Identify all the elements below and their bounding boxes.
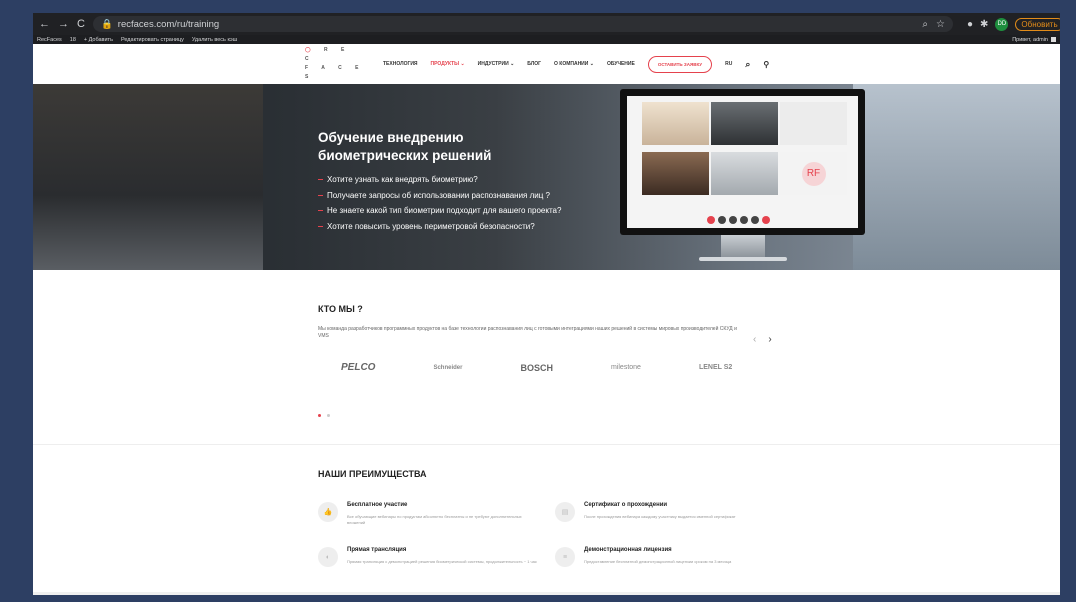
- feature-desc: Прямая трансляция с демонстрацией решени…: [347, 559, 537, 564]
- zoom-icon[interactable]: ⌕: [922, 19, 928, 30]
- hero-list-item: Хотите повысить уровень периметровой без…: [318, 219, 561, 235]
- section-text: Мы команда разработчиков программных про…: [318, 326, 737, 339]
- feature-title: Сертификат о прохождении: [584, 502, 668, 508]
- bookmark-item[interactable]: RecFaces: [37, 37, 62, 43]
- forward-button[interactable]: →: [58, 18, 69, 30]
- feature-desc: Все обучающие вебинары по продуктам абсо…: [347, 514, 522, 525]
- call-control-icon: [718, 216, 726, 224]
- call-control-icon: [751, 216, 759, 224]
- monitor-image: RF: [620, 89, 865, 235]
- participant-tile: [642, 152, 709, 195]
- feature-title: Демонстрационная лицензия: [584, 547, 672, 553]
- partner-logo: PELCO: [341, 362, 376, 373]
- participant-tile: [711, 102, 778, 145]
- hero-title: Обучение внедрению биометрических решени…: [318, 130, 492, 163]
- footer-strip: [33, 592, 1060, 595]
- feature-item: ▤ Сертификат о прохождении После прохожде…: [555, 502, 774, 522]
- partner-logo: LENEL S2: [698, 364, 733, 371]
- bookmark-item[interactable]: Редактировать страницу: [121, 37, 184, 43]
- rf-badge: RF: [801, 161, 826, 186]
- video-call-screen: RF: [627, 96, 858, 228]
- logo-mark-icon: ◯: [305, 47, 317, 53]
- participant-tile: [780, 102, 847, 145]
- lock-icon: 🔒: [100, 18, 113, 30]
- participant-tile: [642, 102, 709, 145]
- avatar[interactable]: DD: [995, 17, 1009, 31]
- feature-desc: Предоставление бесплатной демонстрационн…: [584, 559, 732, 564]
- hero-list-item: Не знаете какой тип биометрии подходит д…: [318, 203, 561, 219]
- back-button[interactable]: ←: [39, 18, 50, 30]
- advantages-section: НАШИ ПРЕИМУЩЕСТВА: [318, 469, 818, 479]
- carousel-dots: [318, 414, 330, 417]
- address-bar[interactable]: 🔒 recfaces.com/ru/training ⌕ ☆: [92, 16, 953, 32]
- call-control-icon: [707, 216, 715, 224]
- headset-icon: ◐: [318, 547, 338, 567]
- hangup-icon: [762, 216, 770, 224]
- site-header: ◯ R E C F A C E S ТЕХНОЛОГИЯ ПРОДУКТЫ ⌄ …: [33, 44, 1060, 84]
- call-control-icon: [740, 216, 748, 224]
- feature-item: ◐ Прямая трансляция Прямая трансляция с д…: [318, 547, 537, 567]
- hero-list-item: Хотите узнать как внедрять биометрию?: [318, 172, 561, 188]
- partner-logo: BOSCH: [520, 362, 553, 373]
- nav-item[interactable]: ПРОДУКТЫ ⌄: [431, 61, 465, 67]
- search-icon[interactable]: ⌕: [745, 59, 750, 70]
- bookmark-item[interactable]: + Добавить: [84, 37, 113, 43]
- prev-arrow-icon[interactable]: ‹: [753, 334, 756, 345]
- carousel-dot[interactable]: [327, 414, 330, 417]
- admin-bar: RecFaces 18 + Добавить Редактировать стр…: [33, 35, 1060, 44]
- participant-tile: [711, 152, 778, 195]
- lang-switch[interactable]: RU: [725, 61, 732, 67]
- update-button[interactable]: Обновить: [1015, 17, 1060, 31]
- hero-list-item: Получаете запросы об использовании распо…: [318, 188, 561, 204]
- nav-item[interactable]: БЛОГ: [527, 61, 541, 67]
- star-icon[interactable]: ☆: [936, 19, 945, 30]
- browser-toolbar: ← → C 🔒 recfaces.com/ru/training ⌕ ☆ ● ✱ …: [33, 13, 1060, 35]
- hero-background-right: [853, 84, 1060, 270]
- next-arrow-icon[interactable]: ›: [768, 334, 771, 345]
- browser-window: ← → C 🔒 recfaces.com/ru/training ⌕ ☆ ● ✱ …: [33, 13, 1060, 595]
- partner-logos: PELCO Schneider BOSCH milestone LENEL S2: [341, 362, 732, 373]
- feature-title: Прямая трансляция: [347, 547, 407, 553]
- user-icon[interactable]: ⚲: [763, 60, 769, 69]
- partner-logo: Schneider: [433, 364, 463, 371]
- bookmark-item[interactable]: Удалить весь кэш: [192, 37, 237, 43]
- nav-item[interactable]: ТЕХНОЛОГИЯ: [383, 61, 418, 67]
- divider: [33, 444, 1060, 445]
- thumbs-up-icon: 👍: [318, 502, 338, 522]
- hero-background: [33, 84, 263, 270]
- monitor-base: [699, 257, 787, 261]
- request-button[interactable]: ОСТАВИТЬ ЗАЯВКУ: [647, 55, 713, 73]
- puzzle-icon[interactable]: ✱: [980, 19, 988, 30]
- carousel-controls: ‹ ›: [753, 334, 772, 345]
- partner-logo: milestone: [610, 364, 641, 371]
- extension-icon[interactable]: ●: [967, 19, 973, 30]
- feature-item: 👍 Бесплатное участие Все обучающие вебина…: [318, 502, 537, 526]
- nav-item[interactable]: ОБУЧЕНИЕ: [607, 61, 635, 67]
- logo-bottom: F A C E S: [305, 65, 365, 80]
- monitor-stand: [721, 235, 765, 257]
- main-nav: ТЕХНОЛОГИЯ ПРОДУКТЫ ⌄ ИНДУСТРИИ ⌄ БЛОГ О…: [383, 55, 769, 73]
- certificate-icon: ▤: [555, 502, 575, 522]
- license-icon: ≡: [555, 547, 575, 567]
- user-icon: [1051, 37, 1056, 42]
- nav-item[interactable]: О КОМПАНИИ ⌄: [554, 61, 594, 67]
- nav-item[interactable]: ИНДУСТРИИ ⌄: [478, 61, 515, 67]
- greeting[interactable]: Привет, admin: [1012, 37, 1048, 43]
- call-control-icon: [729, 216, 737, 224]
- feature-desc: После прохождения вебинара каждому участ…: [584, 514, 736, 519]
- site-logo[interactable]: ◯ R E C F A C E S: [305, 46, 365, 82]
- carousel-dot[interactable]: [318, 414, 321, 417]
- participant-tile: RF: [780, 152, 847, 195]
- section-title: КТО МЫ ?: [318, 304, 363, 314]
- hero-list: Хотите узнать как внедрять биометрию? По…: [318, 172, 561, 234]
- bookmark-item[interactable]: 18: [70, 37, 76, 43]
- feature-title: Бесплатное участие: [347, 502, 408, 508]
- reload-button[interactable]: C: [77, 18, 85, 30]
- section-title: НАШИ ПРЕИМУЩЕСТВА: [318, 469, 427, 479]
- hero-banner: Обучение внедрению биометрических решени…: [33, 84, 1060, 270]
- about-section: КТО МЫ ? Мы команда разработчиков програ…: [318, 304, 778, 340]
- url-text: recfaces.com/ru/training: [117, 18, 220, 30]
- feature-item: ≡ Демонстрационная лицензия Предоставлени…: [555, 547, 774, 567]
- web-page: ◯ R E C F A C E S ТЕХНОЛОГИЯ ПРОДУКТЫ ⌄ …: [33, 44, 1060, 595]
